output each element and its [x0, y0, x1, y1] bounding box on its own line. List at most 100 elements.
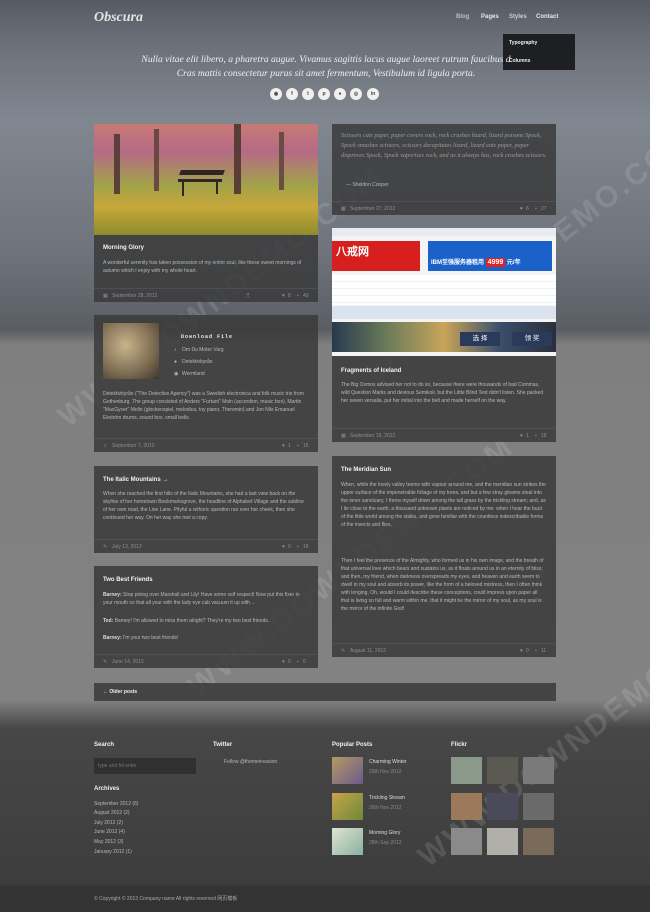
nav-styles[interactable]: Styles: [509, 14, 527, 20]
facebook-icon[interactable]: f: [286, 88, 298, 100]
archive-link[interactable]: July 2012 (2): [94, 820, 123, 826]
flickr-photo[interactable]: [451, 828, 482, 855]
chat-line: Ted: Barney! I'm allowed to miss them al…: [103, 617, 309, 625]
like-count[interactable]: 8: [288, 293, 291, 299]
post-excerpt: A wonderful serenity has taken possessio…: [103, 260, 302, 274]
hero-line-1: Nulla vitae elit libero, a pharetra augu…: [141, 54, 511, 65]
post-title[interactable]: The Italic Mountains →: [103, 477, 168, 483]
archive-link[interactable]: August 2012 (2): [94, 810, 130, 816]
flickr-photo[interactable]: [487, 757, 518, 784]
popular-post-date: 28th Sep 2012: [369, 840, 402, 846]
flickr-photo[interactable]: [451, 757, 482, 784]
post-meta: ▦ September 19, 2012 ♥ 1 ▪ 18: [332, 428, 556, 442]
post-image-park[interactable]: [94, 124, 318, 235]
post-meta: ♫ September 7, 2012 ♥ 1 ▪ 16: [94, 438, 318, 452]
post-date[interactable]: July 13, 2012: [112, 544, 142, 550]
heart-icon: ♥: [520, 433, 523, 439]
like-count[interactable]: 0: [526, 648, 529, 654]
post-date[interactable]: August 11, 2012: [350, 648, 386, 654]
album-cover: [103, 323, 159, 379]
like-count[interactable]: 0: [288, 544, 291, 550]
popular-post-title[interactable]: Morning Glory: [369, 830, 400, 836]
pinterest-icon[interactable]: p: [318, 88, 330, 100]
post-date[interactable]: June 14, 2012: [112, 659, 144, 665]
twitter-icon[interactable]: t: [302, 88, 314, 100]
quote-text: Scissors cuts paper, paper covers rock, …: [341, 132, 547, 159]
dribbble-icon[interactable]: ●: [334, 88, 346, 100]
heart-icon: ♥: [282, 293, 285, 299]
ad-banner-left[interactable]: 八戒网: [332, 241, 420, 271]
comment-count[interactable]: 18: [541, 433, 547, 439]
calendar-icon: ▦: [341, 433, 346, 439]
post-title[interactable]: Morning Glory: [103, 245, 144, 251]
like-count[interactable]: 6: [526, 206, 529, 212]
comment-count[interactable]: 49: [303, 293, 309, 299]
download-file-link[interactable]: Download File: [181, 334, 233, 340]
linkedin-icon[interactable]: in: [367, 88, 379, 100]
twitter-follow-link[interactable]: Follow @themeinvasion: [224, 759, 277, 765]
nav-contact[interactable]: Contact: [536, 14, 558, 20]
post-meta: ✎ June 14, 2012 ♥ 0 ▪ 0: [94, 654, 318, 668]
post-title[interactable]: The Meridian Sun: [341, 467, 391, 473]
footer-twitter-title: Twitter: [213, 742, 233, 748]
nav-pages[interactable]: Pages: [481, 14, 499, 20]
popular-post-thumb[interactable]: [332, 793, 363, 820]
like-count[interactable]: 0: [288, 659, 291, 665]
archive-link[interactable]: June 2012 (4): [94, 829, 125, 835]
quote-author: — Sheldon Cooper: [346, 182, 389, 188]
flickr-photo[interactable]: [523, 793, 554, 820]
like-count[interactable]: 1: [526, 433, 529, 439]
chat-line: Barney: I'm your two best friends!: [103, 634, 309, 642]
archive-link[interactable]: May 2012 (3): [94, 839, 123, 845]
footer-search-input[interactable]: [94, 758, 196, 774]
link-icon: ✎: [103, 544, 108, 550]
post-title[interactable]: Two Best Friends: [103, 577, 153, 583]
flickr-photo[interactable]: [451, 793, 482, 820]
chat-icon: ✎: [103, 659, 108, 665]
like-count[interactable]: 1: [288, 443, 291, 449]
comment-count[interactable]: 16: [303, 443, 309, 449]
footer-search-title: Search: [94, 742, 115, 748]
post-paragraph-1: When, while the lovely valley teems with…: [341, 482, 546, 528]
archive-link[interactable]: September 2012 (6): [94, 801, 138, 807]
popular-post-thumb[interactable]: [332, 757, 363, 784]
footer-archives-title: Archives: [94, 786, 120, 792]
older-posts-link[interactable]: ← Older posts: [103, 689, 137, 695]
drag-icon: ⠿: [246, 293, 250, 299]
flickr-icon[interactable]: ◎: [350, 88, 362, 100]
post-date[interactable]: September 28, 2012: [112, 293, 157, 299]
popular-post-title[interactable]: Charming Winter: [369, 759, 407, 765]
site-logo[interactable]: Obscura: [94, 10, 143, 26]
comment-count[interactable]: 11: [541, 648, 546, 654]
post-date[interactable]: September 7, 2012: [112, 443, 155, 449]
embedded-ad-image[interactable]: 八戒网 IBM至强服务器租用 4999 元/年 选 择 领 奖: [332, 228, 556, 356]
footer-popular-title: Popular Posts: [332, 742, 373, 748]
rss-icon[interactable]: ◉: [270, 88, 282, 100]
comment-count[interactable]: 27: [541, 206, 547, 212]
post-meta: ▦ September 28, 2012 ⠿ ♥ 8 ▪ 49: [94, 288, 318, 302]
chat-speaker: Barney:: [103, 592, 122, 598]
comment-count[interactable]: 18: [303, 544, 309, 550]
nav-blog[interactable]: Blog: [456, 14, 469, 20]
popular-post-title[interactable]: Trickling Stream: [369, 795, 405, 801]
post-meta: ✎ August 11, 2012 ♥ 0 ▪ 11: [332, 643, 556, 657]
flickr-photo[interactable]: [487, 793, 518, 820]
flickr-photo[interactable]: [523, 828, 554, 855]
post-morning-glory: Morning Glory A wonderful serenity has t…: [94, 124, 318, 302]
comment-count[interactable]: 0: [303, 659, 306, 665]
post-title[interactable]: Fragments of Iceland: [341, 368, 401, 374]
chat-text: Barney! I'm allowed to miss them alright…: [114, 618, 270, 624]
post-two-best-friends: Two Best Friends Barney: Stop pining ove…: [94, 566, 318, 668]
flickr-photo[interactable]: [487, 828, 518, 855]
post-date[interactable]: September 27, 2012: [350, 206, 395, 212]
popular-post-thumb[interactable]: [332, 828, 363, 855]
ad-banner-right[interactable]: IBM至强服务器租用 4999 元/年: [428, 241, 552, 271]
flickr-photo[interactable]: [523, 757, 554, 784]
chat-speaker: Barney:: [103, 635, 122, 641]
archive-link[interactable]: January 2012 (1): [94, 849, 132, 855]
post-date[interactable]: September 19, 2012: [350, 433, 395, 439]
comment-icon: ▪: [535, 206, 537, 212]
ad-prize-button[interactable]: 领 奖: [512, 332, 552, 346]
ad-select-button[interactable]: 选 择: [460, 332, 500, 346]
post-audio: Download File ♪ Om Du Moter Varg ● Detek…: [94, 315, 318, 452]
